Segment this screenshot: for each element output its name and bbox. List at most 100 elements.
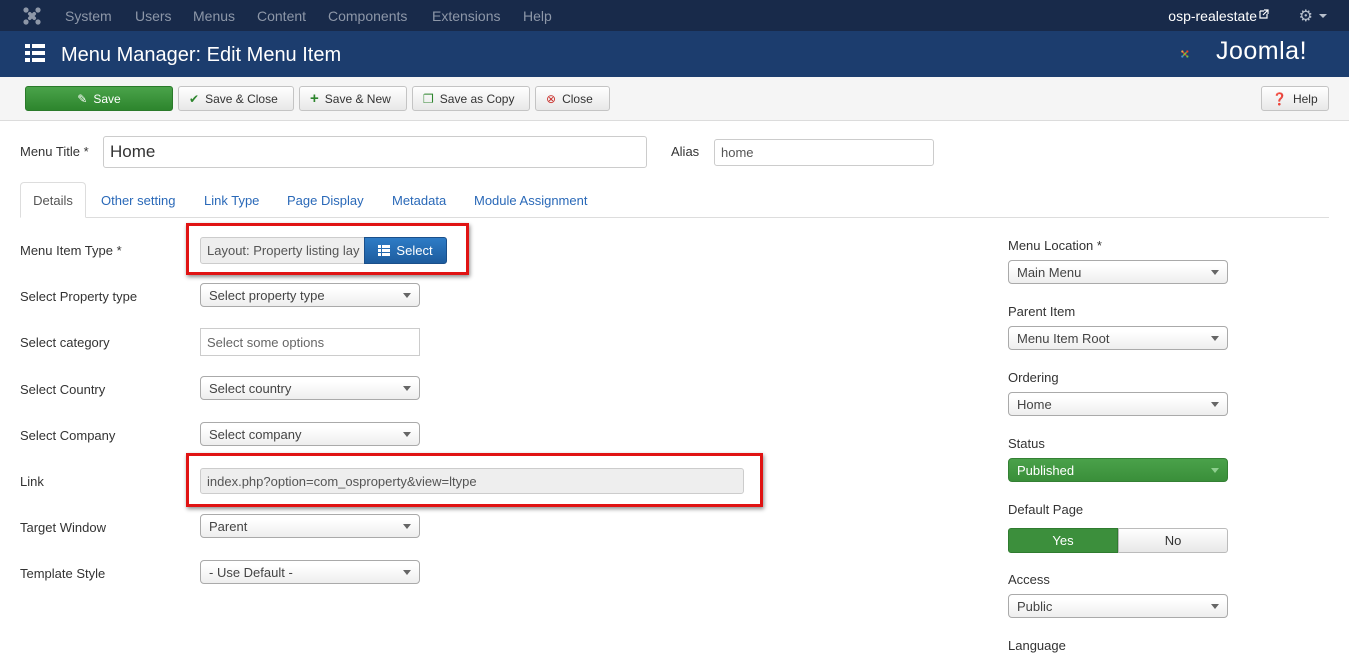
language-label: Language [1008,638,1066,653]
tab-other-setting[interactable]: Other setting [101,182,175,218]
chevron-down-icon [403,293,411,298]
tab-module-assignment[interactable]: Module Assignment [474,182,587,218]
parent-item-label: Parent Item [1008,304,1076,319]
link-label: Link [20,474,44,489]
help-label: Help [1292,91,1318,106]
menu-title-input[interactable]: Home [103,136,647,168]
site-link[interactable]: osp-realestate [1168,8,1257,24]
ordering-label: Ordering [1008,370,1059,385]
select-type-button[interactable]: Select [364,237,447,264]
save-button[interactable]: ✎ Save [25,86,173,111]
target-window-value: Parent [209,518,248,534]
access-value: Public [1017,598,1053,614]
check-icon: ✔ [189,91,200,106]
list-menu-icon [25,44,45,62]
company-label: Select Company [20,428,116,443]
category-multiselect[interactable]: Select some options [200,328,420,356]
select-button-label: Select [396,243,433,258]
default-page-no[interactable]: No [1118,528,1228,553]
chevron-down-icon [1211,270,1219,275]
status-label: Status [1008,436,1045,451]
joomla-logo-icon[interactable] [22,6,42,26]
nav-help[interactable]: Help [523,8,552,24]
external-link-icon [1259,9,1269,19]
property-type-value: Select property type [209,287,325,303]
access-select[interactable]: Public [1008,594,1228,618]
nav-content[interactable]: Content [257,8,306,24]
save-new-button[interactable]: + Save & New [299,86,407,111]
save-copy-button[interactable]: ❐ Save as Copy [412,86,530,111]
status-select[interactable]: Published [1008,458,1228,482]
menu-location-value: Main Menu [1017,264,1082,280]
template-style-select[interactable]: - Use Default - [200,560,420,584]
company-select[interactable]: Select company [200,422,420,446]
country-value: Select country [209,380,292,396]
list-icon [378,245,391,256]
chevron-down-icon [403,570,411,575]
tab-link-type[interactable]: Link Type [204,182,259,218]
menu-item-type-input: Layout: Property listing lay [200,237,365,264]
ordering-value: Home [1017,396,1052,412]
save-close-label: Save & Close [205,91,278,106]
chevron-down-icon [403,524,411,529]
admin-navbar: System Users Menus Content Components Ex… [0,0,1349,31]
template-style-value: - Use Default - [209,564,293,580]
save-new-label: Save & New [324,91,391,106]
tab-details[interactable]: Details [20,182,86,218]
menu-location-label: Menu Location * [1008,238,1102,253]
alias-input[interactable]: home [714,139,934,166]
chevron-down-icon [403,386,411,391]
save-copy-label: Save as Copy [439,91,515,106]
save-close-button[interactable]: ✔ Save & Close [178,86,294,111]
access-label: Access [1008,572,1050,587]
chevron-down-icon[interactable] [1319,14,1327,18]
property-type-select[interactable]: Select property type [200,283,420,307]
chevron-down-icon [1211,604,1219,609]
copy-icon: ❐ [423,91,434,106]
property-type-label: Select Property type [20,289,138,304]
chevron-down-icon [1211,336,1219,341]
page-header: Menu Manager: Edit Menu Item Joomla! [0,31,1349,77]
save-label: Save [93,91,121,106]
parent-item-value: Menu Item Root [1017,330,1110,346]
category-label: Select category [20,335,110,350]
country-label: Select Country [20,382,106,397]
nav-menus[interactable]: Menus [193,8,235,24]
parent-item-select[interactable]: Menu Item Root [1008,326,1228,350]
template-style-label: Template Style [20,566,106,581]
nav-extensions[interactable]: Extensions [432,8,500,24]
nav-system[interactable]: System [65,8,112,24]
toolbar: ✎ Save ✔ Save & Close + Save & New ❐ Sav… [0,77,1349,121]
menu-title-label: Menu Title * [20,144,89,159]
default-page-yes[interactable]: Yes [1008,528,1118,553]
country-select[interactable]: Select country [200,376,420,400]
nav-components[interactable]: Components [328,8,407,24]
default-page-label: Default Page [1008,502,1084,517]
help-button[interactable]: ❓ Help [1261,86,1329,111]
menu-location-select[interactable]: Main Menu [1008,260,1228,284]
page-title: Menu Manager: Edit Menu Item [61,44,342,66]
ordering-select[interactable]: Home [1008,392,1228,416]
status-value: Published [1017,462,1075,478]
edit-icon: ✎ [77,91,88,106]
target-window-select[interactable]: Parent [200,514,420,538]
close-circle-icon: ⊗ [546,91,557,106]
alias-label: Alias [671,144,700,159]
plus-icon: + [310,90,319,107]
brand-wordmark: Joomla! [1216,37,1308,65]
question-circle-icon: ❓ [1272,91,1287,106]
tab-page-display[interactable]: Page Display [287,182,364,218]
nav-users[interactable]: Users [135,8,172,24]
close-button[interactable]: ⊗ Close [535,86,610,111]
link-input: index.php?option=com_osproperty&view=lty… [200,468,744,494]
menu-item-type-label: Menu Item Type * [20,243,122,258]
chevron-down-icon [1211,468,1219,473]
chevron-down-icon [1211,402,1219,407]
tab-metadata[interactable]: Metadata [392,182,446,218]
target-window-label: Target Window [20,520,106,535]
joomla-brand-logo [1181,50,1189,58]
company-value: Select company [209,426,302,442]
gear-icon[interactable]: ⚙ [1299,6,1313,26]
close-label: Close [562,91,593,106]
chevron-down-icon [403,432,411,437]
